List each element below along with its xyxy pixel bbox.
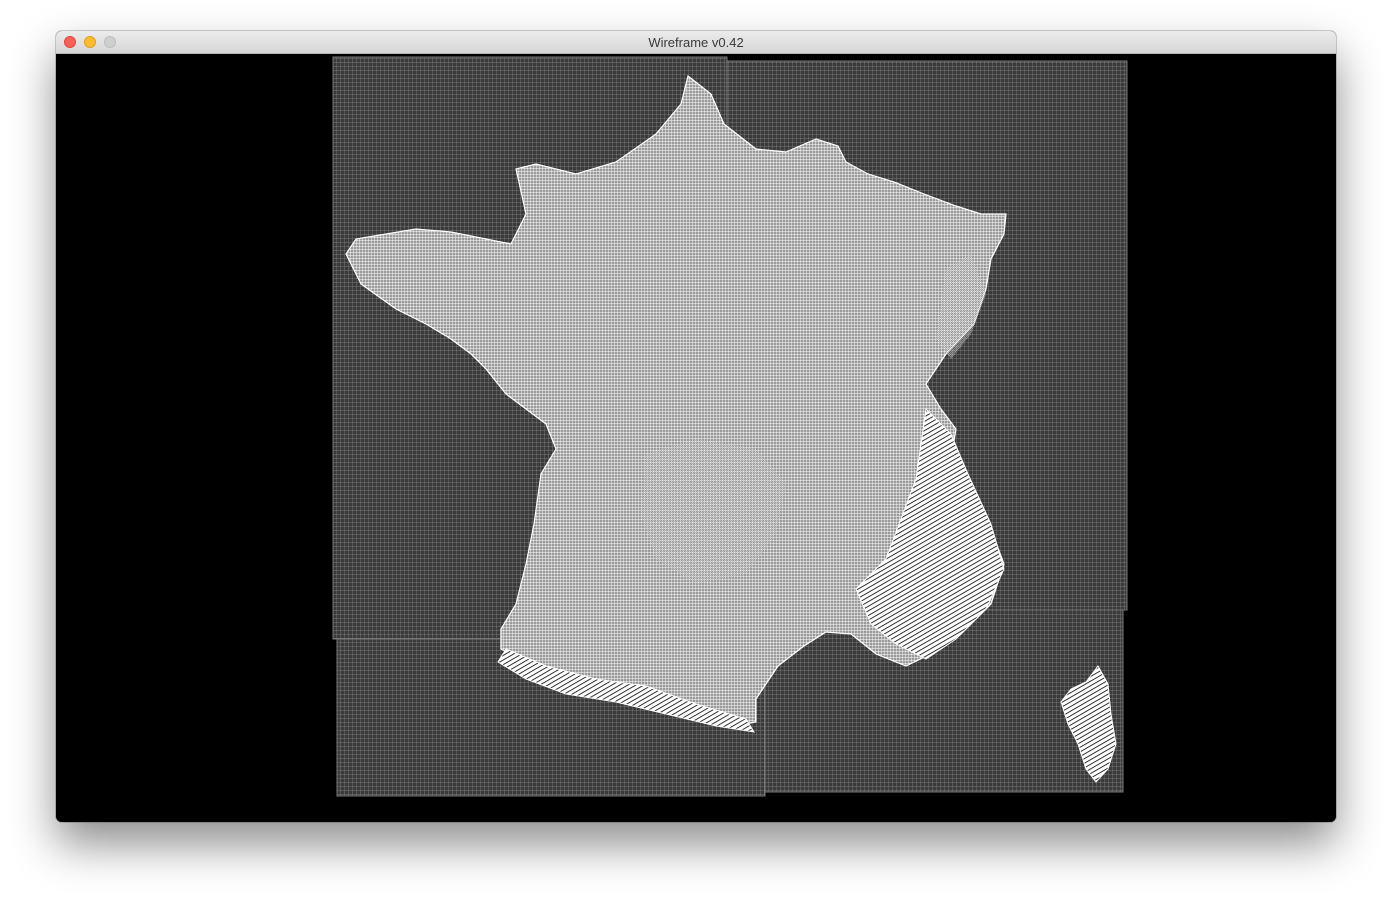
wireframe-render <box>332 56 1128 797</box>
title-bar[interactable]: Wireframe v0.42 <box>56 31 1336 54</box>
app-window: Wireframe v0.42 <box>56 31 1336 822</box>
render-canvas[interactable] <box>56 54 1336 822</box>
window-title: Wireframe v0.42 <box>648 35 744 50</box>
